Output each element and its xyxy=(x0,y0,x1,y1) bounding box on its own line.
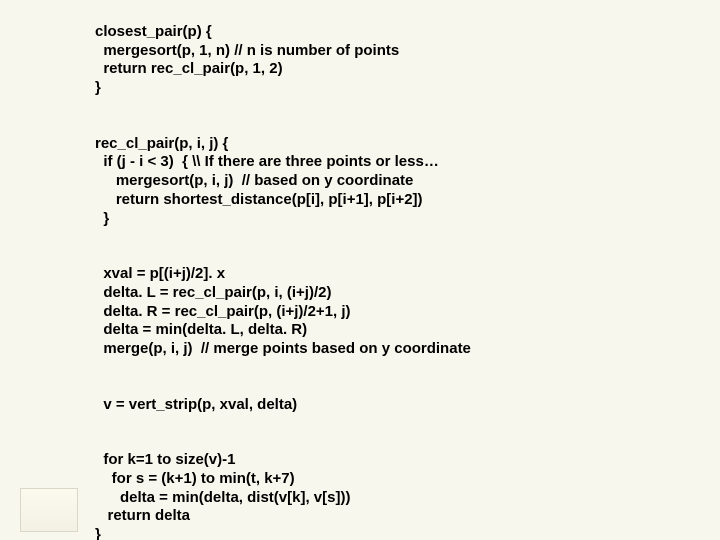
code-listing: closest_pair(p) { mergesort(p, 1, n) // … xyxy=(95,4,660,540)
code-line: } xyxy=(95,210,109,227)
code-line: delta. L = rec_cl_pair(p, i, (i+j)/2) xyxy=(95,284,331,301)
code-line: return rec_cl_pair(p, 1, 2) xyxy=(95,60,283,77)
code-line: delta = min(delta, dist(v[k], v[s])) xyxy=(95,489,350,506)
code-line: v = vert_strip(p, xval, delta) xyxy=(95,396,297,413)
code-line: delta = min(delta. L, delta. R) xyxy=(95,321,307,338)
code-line: } xyxy=(95,526,101,540)
code-line: return delta xyxy=(95,507,190,524)
code-line: mergesort(p, i, j) // based on y coordin… xyxy=(95,172,413,189)
code-line: xval = p[(i+j)/2]. x xyxy=(95,265,225,282)
slide-content: closest_pair(p) { mergesort(p, 1, n) // … xyxy=(95,4,660,540)
code-line: } xyxy=(95,79,101,96)
code-line: for k=1 to size(v)-1 xyxy=(95,451,235,468)
code-line: merge(p, i, j) // merge points based on … xyxy=(95,340,471,357)
code-line: mergesort(p, 1, n) // n is number of poi… xyxy=(95,42,399,59)
code-line: delta. R = rec_cl_pair(p, (i+j)/2+1, j) xyxy=(95,303,351,320)
code-line: return shortest_distance(p[i], p[i+1], p… xyxy=(95,191,423,208)
code-line: closest_pair(p) { xyxy=(95,23,212,40)
code-line: if (j - i < 3) { \\ If there are three p… xyxy=(95,153,439,170)
code-line: for s = (k+1) to min(t, k+7) xyxy=(95,470,295,487)
footer-decoration xyxy=(20,488,78,532)
code-line: rec_cl_pair(p, i, j) { xyxy=(95,135,228,152)
